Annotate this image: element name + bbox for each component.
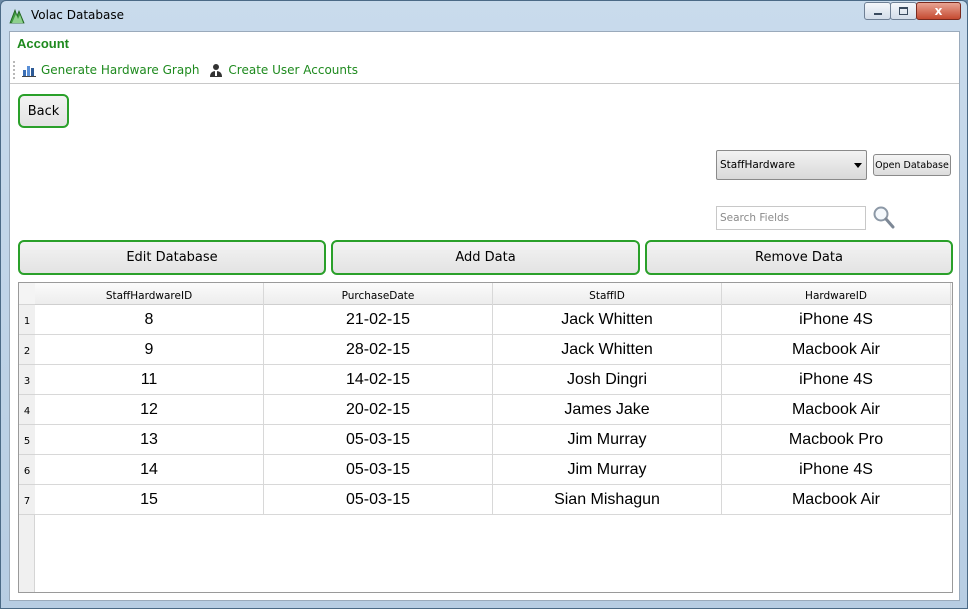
table-row[interactable]: 6 14 05-03-15 Jim Murray iPhone 4S [19,455,952,485]
table-cell[interactable]: 05-03-15 [264,485,493,515]
close-icon: x [934,4,943,18]
table-cell[interactable]: iPhone 4S [722,365,951,395]
edit-database-button[interactable]: Edit Database [18,240,326,275]
data-grid[interactable]: StaffHardwareID PurchaseDate StaffID Har… [18,282,953,593]
row-number[interactable]: 1 [19,305,35,335]
back-button[interactable]: Back [18,94,69,128]
create-user-accounts-label: Create User Accounts [228,63,358,77]
search-input[interactable] [716,206,866,230]
generate-hardware-graph-button[interactable]: Generate Hardware Graph [22,63,199,77]
table-cell[interactable]: 20-02-15 [264,395,493,425]
bar-chart-icon [22,66,36,77]
table-cell[interactable]: 21-02-15 [264,305,493,335]
table-row[interactable]: 4 12 20-02-15 James Jake Macbook Air [19,395,952,425]
maximize-button[interactable] [890,2,917,20]
table-cell[interactable]: Sian Mishagun [493,485,722,515]
table-cell[interactable]: 15 [35,485,264,515]
table-cell[interactable]: 14 [35,455,264,485]
table-select-value: StaffHardware [720,159,796,171]
column-header-hardwareid[interactable]: HardwareID [722,283,951,305]
toolbar: Generate Hardware Graph Create User Acco… [13,60,368,80]
client-area: Account Generate Hardware Graph Create U… [9,31,960,601]
app-window: Volac Database x Account Generate Hardwa… [0,0,968,609]
row-number[interactable]: 5 [19,425,35,455]
table-cell[interactable]: 14-02-15 [264,365,493,395]
table-cell[interactable]: Macbook Pro [722,425,951,455]
minimize-icon [873,13,882,15]
table-cell[interactable]: iPhone 4S [722,305,951,335]
table-cell[interactable]: Macbook Air [722,395,951,425]
grid-header-row: StaffHardwareID PurchaseDate StaffID Har… [35,283,952,305]
grid-corner[interactable] [19,283,35,305]
table-cell[interactable]: 05-03-15 [264,455,493,485]
table-cell[interactable]: 11 [35,365,264,395]
column-header-purchasedate[interactable]: PurchaseDate [264,283,493,305]
table-cell[interactable]: Jim Murray [493,425,722,455]
user-icon [210,64,223,77]
row-number[interactable]: 4 [19,395,35,425]
table-cell[interactable]: James Jake [493,395,722,425]
table-cell[interactable]: Josh Dingri [493,365,722,395]
table-select-dropdown[interactable]: StaffHardware [716,150,867,180]
title-bar[interactable]: Volac Database x [1,1,967,31]
table-cell[interactable]: iPhone 4S [722,455,951,485]
table-cell[interactable]: Macbook Air [722,485,951,515]
column-header-staffid[interactable]: StaffID [493,283,722,305]
table-cell[interactable]: Macbook Air [722,335,951,365]
generate-hardware-graph-label: Generate Hardware Graph [41,63,200,77]
row-number[interactable]: 6 [19,455,35,485]
table-cell[interactable]: 28-02-15 [264,335,493,365]
table-row[interactable]: 7 15 05-03-15 Sian Mishagun Macbook Air [19,485,952,515]
remove-data-button[interactable]: Remove Data [645,240,953,275]
table-cell[interactable]: 05-03-15 [264,425,493,455]
table-cell[interactable]: 12 [35,395,264,425]
toolbar-grip[interactable] [13,61,16,79]
table-cell[interactable]: Jim Murray [493,455,722,485]
table-cell[interactable]: Jack Whitten [493,305,722,335]
create-user-accounts-button[interactable]: Create User Accounts [209,63,358,77]
add-data-button[interactable]: Add Data [331,240,640,275]
maximize-icon [899,7,908,15]
menu-header: Account Generate Hardware Graph Create U… [10,32,959,84]
table-cell[interactable]: Jack Whitten [493,335,722,365]
table-cell[interactable]: 13 [35,425,264,455]
close-button[interactable]: x [916,2,961,20]
window-title: Volac Database [31,8,124,22]
table-cell[interactable]: 9 [35,335,264,365]
table-row[interactable]: 5 13 05-03-15 Jim Murray Macbook Pro [19,425,952,455]
minimize-button[interactable] [864,2,891,20]
table-row[interactable]: 2 9 28-02-15 Jack Whitten Macbook Air [19,335,952,365]
app-logo-icon [9,8,25,24]
row-number[interactable]: 3 [19,365,35,395]
window-controls: x [864,2,961,20]
column-header-staffhardwareid[interactable]: StaffHardwareID [35,283,264,305]
row-number[interactable]: 7 [19,485,35,515]
table-cell[interactable]: 8 [35,305,264,335]
table-row[interactable]: 1 8 21-02-15 Jack Whitten iPhone 4S [19,305,952,335]
account-menu[interactable]: Account [17,36,69,51]
search-icon[interactable] [872,205,896,231]
chevron-down-icon [854,163,862,168]
open-database-button[interactable]: Open Database [873,154,951,176]
table-row[interactable]: 3 11 14-02-15 Josh Dingri iPhone 4S [19,365,952,395]
row-number[interactable]: 2 [19,335,35,365]
